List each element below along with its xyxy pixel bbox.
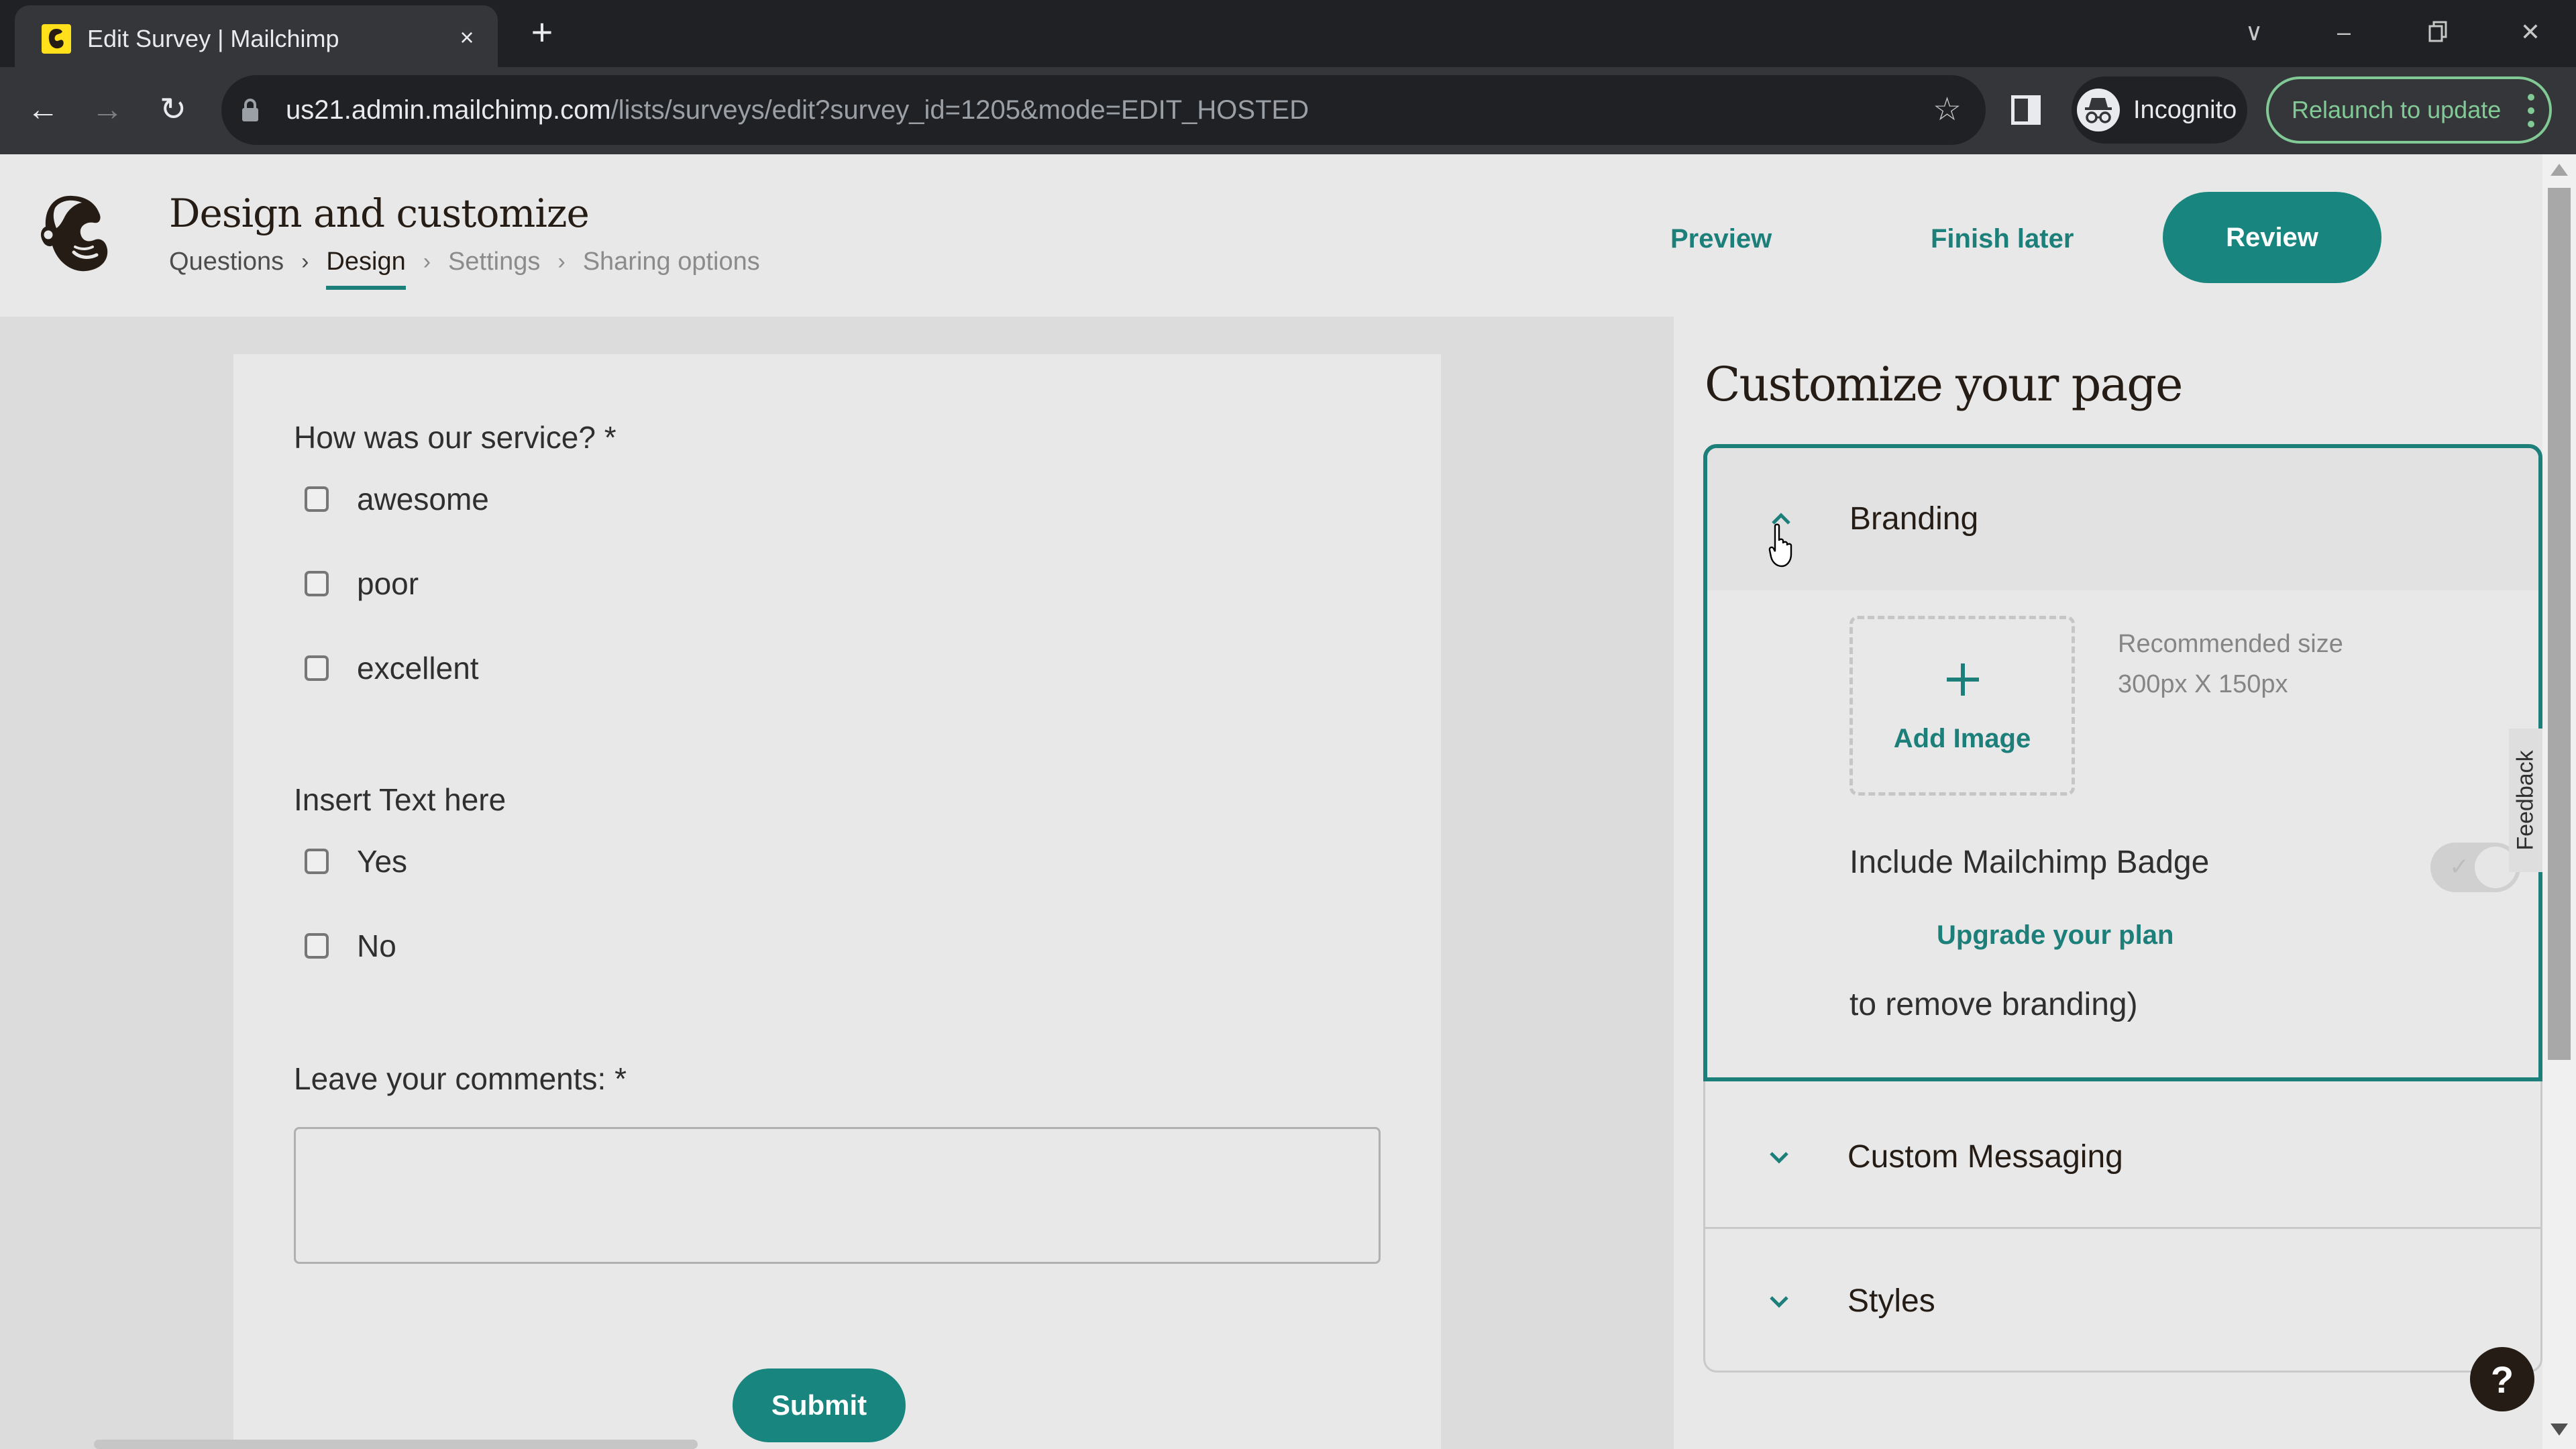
custom-messaging-section[interactable]: Custom Messaging — [1705, 1083, 2540, 1227]
mailchimp-badge-toggle[interactable]: ✓ — [2430, 843, 2520, 892]
option-label: excellent — [357, 651, 479, 686]
relaunch-label: Relaunch to update — [2292, 96, 2502, 123]
comments-textarea[interactable] — [294, 1127, 1381, 1264]
url-text[interactable]: us21.admin.mailchimp.com/lists/surveys/e… — [286, 94, 1309, 126]
panel-title: Customize your page — [1705, 357, 2183, 412]
option-yes[interactable]: Yes — [305, 843, 407, 880]
comments-label: Leave your comments: * — [294, 1061, 627, 1096]
minimize-icon[interactable]: – — [2324, 12, 2364, 52]
breadcrumb-settings[interactable]: Settings — [448, 243, 540, 280]
finish-later-button[interactable]: Finish later — [1931, 221, 2074, 256]
window-close-icon[interactable]: ✕ — [2510, 12, 2551, 52]
survey-preview-canvas: How was our service? * awesome poor exce… — [0, 317, 1674, 1449]
recommended-size-value: 300px X 150px — [2118, 670, 2288, 698]
side-panel-icon[interactable] — [2011, 95, 2041, 125]
check-icon: ✓ — [2449, 853, 2470, 880]
feedback-tab[interactable]: Feedback — [2509, 729, 2542, 872]
recommended-size-text: Recommended size 300px X 150px — [2118, 624, 2343, 704]
preview-button[interactable]: Preview — [1670, 221, 1772, 256]
option-label: Yes — [357, 844, 408, 879]
url-host: us21.admin.mailchimp.com — [286, 95, 611, 125]
breadcrumb-chevron-icon: › — [301, 249, 309, 274]
forward-arrow-icon[interactable]: → — [86, 89, 129, 131]
styles-section[interactable]: Styles — [1705, 1229, 2540, 1373]
option-no[interactable]: No — [305, 927, 396, 965]
browser-tab[interactable]: Edit Survey | Mailchimp × — [15, 5, 498, 67]
scroll-up-arrow-icon[interactable] — [2551, 164, 2568, 176]
new-tab-plus-icon[interactable]: + — [523, 13, 561, 52]
question-label: Insert Text here — [294, 782, 506, 817]
option-label: poor — [357, 566, 419, 601]
breadcrumb-sharing-options[interactable]: Sharing options — [583, 243, 760, 280]
custom-messaging-title: Custom Messaging — [1847, 1139, 2123, 1175]
help-button[interactable]: ? — [2470, 1347, 2534, 1411]
branding-title: Branding — [1849, 501, 1979, 537]
recommended-size-label: Recommended size — [2118, 630, 2343, 658]
checkbox[interactable] — [305, 849, 329, 874]
submit-button[interactable]: Submit — [733, 1368, 906, 1442]
page-title: Design and customize — [169, 191, 590, 236]
hand-cursor-icon — [1768, 523, 1792, 568]
checkbox[interactable] — [305, 486, 329, 512]
browser-tab-bar: Edit Survey | Mailchimp × + ∨ – ✕ — [0, 0, 2576, 67]
address-bar[interactable]: us21.admin.mailchimp.com/lists/surveys/e… — [221, 75, 1986, 145]
breadcrumb-design[interactable]: Design — [326, 243, 407, 290]
mailchimp-badge-label: Include Mailchimp Badge — [1849, 845, 2210, 880]
customize-accordion: Branding Add Image Recommended size 300p… — [1703, 444, 2542, 1373]
mailchimp-favicon-icon — [42, 24, 71, 54]
option-excellent[interactable]: excellent — [305, 649, 479, 687]
relaunch-to-update-button[interactable]: Relaunch to update — [2266, 76, 2552, 144]
survey-form: How was our service? * awesome poor exce… — [233, 354, 1441, 1449]
back-arrow-icon[interactable]: ← — [21, 89, 64, 131]
plus-icon — [1947, 663, 1979, 696]
url-path: /lists/surveys/edit?survey_id=1205&mode=… — [610, 95, 1309, 125]
chevron-down-icon[interactable] — [1766, 1288, 1792, 1315]
review-button[interactable]: Review — [2163, 192, 2381, 283]
styles-title: Styles — [1847, 1283, 1935, 1319]
app-header: Design and customize Questions › Design … — [0, 154, 2542, 317]
remove-branding-text: to remove branding) — [1849, 987, 2138, 1022]
option-awesome[interactable]: awesome — [305, 480, 489, 518]
add-image-label: Add Image — [1893, 724, 2031, 753]
question-label: How was our service? * — [294, 420, 616, 455]
breadcrumb: Questions › Design › Settings › Sharing … — [169, 243, 760, 290]
horizontal-scrollbar[interactable] — [94, 1440, 698, 1449]
upgrade-plan-link[interactable]: Upgrade your plan — [1937, 918, 2174, 953]
customize-panel: Customize your page Branding Add Image R… — [1674, 317, 2542, 1449]
more-vertical-icon[interactable] — [2528, 94, 2534, 127]
scroll-down-arrow-icon[interactable] — [2551, 1424, 2568, 1436]
mailchimp-logo-icon[interactable] — [35, 193, 111, 275]
scrollbar-thumb[interactable] — [2548, 188, 2571, 1060]
incognito-label: Incognito — [2133, 96, 2237, 124]
option-label: No — [357, 928, 396, 963]
option-poor[interactable]: poor — [305, 565, 419, 602]
breadcrumb-questions[interactable]: Questions — [169, 243, 284, 280]
checkbox[interactable] — [305, 933, 329, 959]
incognito-icon — [2077, 89, 2120, 131]
reload-icon[interactable]: ↻ — [152, 89, 195, 131]
add-image-button[interactable]: Add Image — [1849, 616, 2075, 796]
tab-title: Edit Survey | Mailchimp — [87, 25, 339, 52]
vertical-scrollbar[interactable] — [2542, 154, 2576, 1449]
branding-section: Branding Add Image Recommended size 300p… — [1703, 444, 2542, 1081]
breadcrumb-chevron-icon: › — [557, 249, 566, 274]
incognito-indicator[interactable]: Incognito — [2072, 76, 2247, 144]
tab-close-icon[interactable]: × — [452, 23, 482, 52]
checkbox[interactable] — [305, 571, 329, 596]
breadcrumb-chevron-icon: › — [423, 249, 431, 274]
tab-search-chevron-icon[interactable]: ∨ — [2234, 12, 2274, 52]
checkbox[interactable] — [305, 655, 329, 681]
option-label: awesome — [357, 482, 489, 517]
lock-icon — [242, 99, 258, 121]
branding-header[interactable]: Branding — [1707, 448, 2538, 590]
bookmark-star-icon[interactable]: ☆ — [1933, 91, 1962, 129]
chevron-down-icon[interactable] — [1766, 1144, 1792, 1171]
feedback-label: Feedback — [2512, 750, 2538, 851]
browser-toolbar: ← → ↻ us21.admin.mailchimp.com/lists/sur… — [0, 67, 2576, 154]
restore-icon[interactable] — [2418, 12, 2458, 52]
